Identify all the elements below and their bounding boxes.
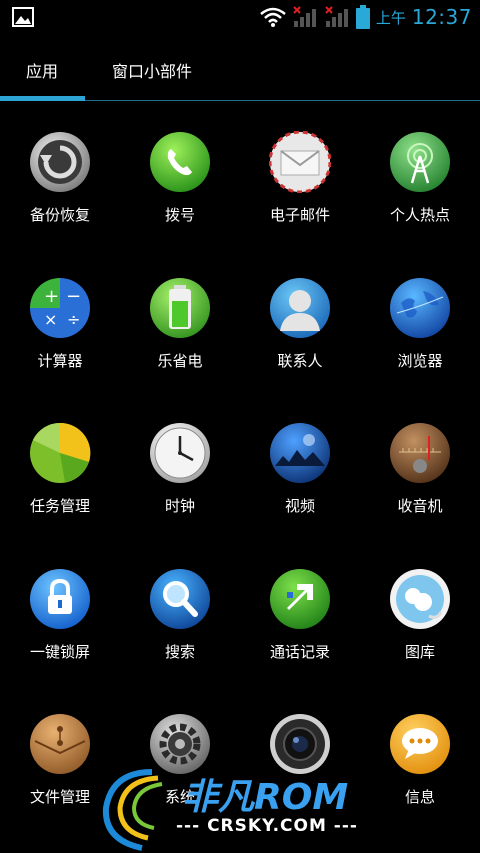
app-email[interactable]: 电子邮件 bbox=[240, 128, 360, 258]
signal-sim2-icon bbox=[325, 6, 348, 27]
app-label: 联系人 bbox=[277, 352, 323, 370]
app-backup-restore[interactable]: 备份恢复 bbox=[0, 128, 120, 258]
app-calculator[interactable]: + − × ÷ 计算器 bbox=[0, 274, 120, 404]
app-label: 个人热点 bbox=[389, 206, 450, 224]
app-search[interactable]: 搜索 bbox=[120, 565, 240, 695]
app-label: 图库 bbox=[404, 643, 435, 661]
task-manager-pie-icon bbox=[29, 422, 91, 484]
app-video[interactable]: 视频 bbox=[240, 419, 360, 549]
app-contacts[interactable]: 联系人 bbox=[240, 274, 360, 404]
app-label: 浏览器 bbox=[397, 352, 443, 370]
calculator-icon: + − × ÷ bbox=[29, 277, 91, 339]
radio-icon bbox=[389, 422, 451, 484]
messaging-icon bbox=[389, 713, 451, 775]
svg-text:+: + bbox=[44, 286, 59, 307]
status-bar: 上午 12:37 bbox=[0, 0, 480, 34]
app-clock[interactable]: 时钟 bbox=[120, 419, 240, 549]
call-log-icon bbox=[269, 568, 331, 630]
app-label: 收音机 bbox=[397, 497, 443, 515]
app-radio[interactable]: 收音机 bbox=[360, 419, 480, 549]
app-dialer[interactable]: 拨号 bbox=[120, 128, 240, 258]
svg-text:−: − bbox=[66, 286, 81, 307]
app-label: 一键锁屏 bbox=[29, 643, 90, 661]
app-power-saver[interactable]: 乐省电 bbox=[120, 274, 240, 404]
phone-icon bbox=[149, 131, 211, 193]
hotspot-icon bbox=[389, 131, 451, 193]
battery-status-icon bbox=[355, 5, 370, 29]
tab-selected-indicator bbox=[0, 96, 85, 101]
app-call-log[interactable]: 通话记录 bbox=[240, 565, 360, 695]
app-label: 计算器 bbox=[37, 352, 83, 370]
app-task-manager[interactable]: 任务管理 bbox=[0, 419, 120, 549]
contacts-icon bbox=[269, 277, 331, 339]
email-icon bbox=[269, 131, 331, 193]
search-icon bbox=[149, 568, 211, 630]
backup-restore-icon bbox=[29, 131, 91, 193]
lock-icon bbox=[29, 568, 91, 630]
app-label: 通话记录 bbox=[269, 643, 330, 661]
watermark-swirl-icon bbox=[102, 769, 163, 851]
image-notification-icon bbox=[12, 7, 34, 27]
app-label: 备份恢复 bbox=[29, 206, 90, 224]
clock-ampm: 上午 bbox=[375, 8, 406, 27]
svg-text:÷: ÷ bbox=[67, 310, 80, 329]
clock-icon bbox=[149, 422, 211, 484]
app-label: 搜索 bbox=[164, 643, 195, 661]
app-gallery[interactable]: 图库 bbox=[360, 565, 480, 695]
app-label: 时钟 bbox=[164, 497, 195, 515]
video-icon bbox=[269, 422, 331, 484]
watermark-title: 非凡ROM bbox=[182, 777, 349, 818]
browser-globe-icon bbox=[389, 277, 451, 339]
drawer-tabs: 应用 窗口小部件 bbox=[0, 34, 480, 102]
app-label: 任务管理 bbox=[29, 497, 90, 515]
tab-apps[interactable]: 应用 bbox=[26, 58, 58, 82]
app-label: 视频 bbox=[284, 497, 315, 515]
app-hotspot[interactable]: 个人热点 bbox=[360, 128, 480, 258]
app-label: 电子邮件 bbox=[269, 206, 330, 224]
signal-sim1-icon bbox=[293, 6, 316, 27]
gallery-icon bbox=[389, 568, 451, 630]
app-label: 拨号 bbox=[164, 206, 195, 224]
file-manager-icon bbox=[29, 713, 91, 775]
battery-icon bbox=[149, 277, 211, 339]
watermark-logo: 非凡ROM --- CRSKY.COM --- bbox=[92, 762, 388, 853]
app-lock-screen[interactable]: 一键锁屏 bbox=[0, 565, 120, 695]
tab-widgets[interactable]: 窗口小部件 bbox=[112, 58, 192, 82]
watermark-subtitle: --- CRSKY.COM --- bbox=[176, 816, 358, 836]
svg-text:×: × bbox=[44, 310, 57, 329]
wifi-icon bbox=[260, 7, 286, 27]
app-browser[interactable]: 浏览器 bbox=[360, 274, 480, 404]
app-label: 乐省电 bbox=[157, 352, 203, 370]
clock-time: 12:37 bbox=[411, 5, 472, 29]
